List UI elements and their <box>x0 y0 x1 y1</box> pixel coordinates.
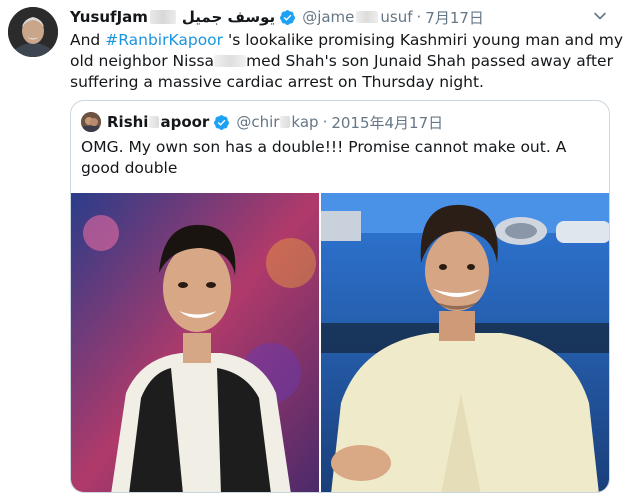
verified-badge-icon <box>279 9 296 26</box>
tweet-text: And #RanbirKapoor 's lookalike promising… <box>70 30 625 93</box>
name-blur-inline <box>214 55 247 67</box>
photo-grid <box>71 193 609 492</box>
quoted-display-name-end[interactable]: apoor <box>160 113 209 131</box>
quoted-name-blur <box>149 116 160 128</box>
user-avatar[interactable] <box>8 7 58 57</box>
quoted-date[interactable]: 2015年4月17日 <box>331 112 443 133</box>
hashtag-link[interactable]: #RanbirKapoor <box>105 31 223 49</box>
quoted-handle-blur <box>280 116 291 128</box>
chevron-down-icon[interactable] <box>592 8 608 24</box>
photo-left[interactable] <box>71 193 319 492</box>
handle-suffix[interactable]: usuf <box>380 8 412 26</box>
handle-blur <box>356 11 379 23</box>
verified-badge-icon <box>213 114 230 131</box>
tweet-text-part1: And <box>70 31 106 49</box>
separator-dot: · <box>322 113 328 131</box>
quoted-tweet[interactable]: Rishi apoor @chir kap · 2015年4月17日 OMG. … <box>70 100 610 493</box>
name-blur <box>149 10 176 24</box>
display-name[interactable]: YusufJam <box>70 8 148 26</box>
quoted-handle[interactable]: @chir <box>236 113 279 131</box>
quoted-tweet-header: Rishi apoor @chir kap · 2015年4月17日 <box>81 111 443 133</box>
separator-dot: · <box>416 8 422 26</box>
quoted-tweet-text: OMG. My own son has a double!!! Promise … <box>81 138 567 177</box>
tweet[interactable]: YusufJam يوسف جميل @jame usuf · 7月17日 An… <box>0 0 641 498</box>
avatar-image <box>8 7 58 57</box>
photo-right[interactable] <box>321 193 609 492</box>
quoted-display-name[interactable]: Rishi <box>107 113 148 131</box>
display-name-arabic[interactable]: يوسف جميل <box>182 8 275 26</box>
quoted-handle-end[interactable]: kap <box>291 113 318 131</box>
tweet-header: YusufJam يوسف جميل @jame usuf · 7月17日 <box>70 6 484 28</box>
tweet-date[interactable]: 7月17日 <box>425 7 484 28</box>
handle[interactable]: @jame <box>302 8 354 26</box>
quoted-avatar[interactable] <box>81 112 101 132</box>
